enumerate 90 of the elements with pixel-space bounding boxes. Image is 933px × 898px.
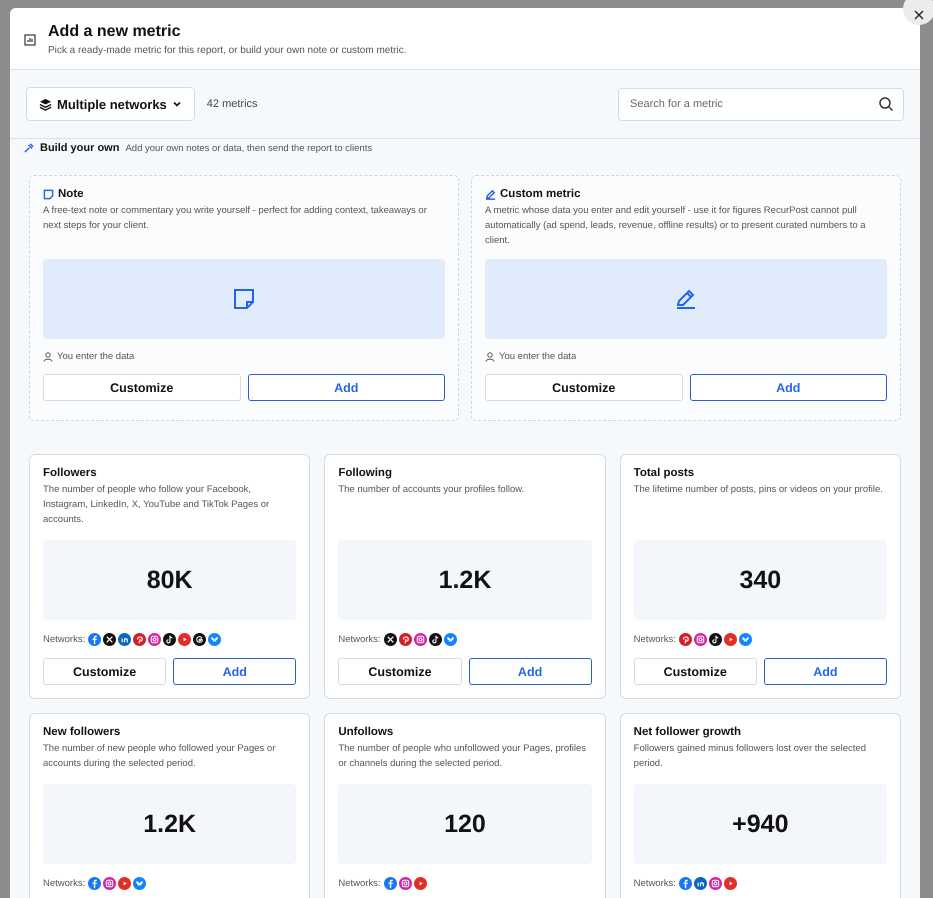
search-icon [878,96,894,112]
tiktok-icon [708,633,722,646]
note-icon [233,288,255,310]
youtube-icon [414,877,427,890]
customize-button[interactable]: Customize [634,658,757,685]
bluesky-icon [208,633,222,646]
network-filter-dropdown[interactable]: Multiple networks [26,87,195,121]
search-field[interactable]: Search for a metric [618,88,904,120]
add-button[interactable]: Add [248,374,445,401]
youtube-icon [178,633,192,646]
customize-button[interactable]: Customize [43,374,240,401]
bar-chart-icon [24,34,36,46]
networks-label: Networks: [338,634,381,645]
data-source-label: You enter the data [57,351,134,362]
linkedin-icon [118,633,132,646]
chevron-down-icon [172,99,182,109]
facebook-icon [678,877,692,890]
add-button[interactable]: Add [173,658,296,685]
person-icon [485,352,495,362]
card-title: Followers [43,467,98,479]
bluesky-icon [133,877,146,890]
add-button[interactable]: Add [468,658,592,685]
instagram-icon [398,877,412,890]
pinterest-icon [678,633,692,646]
networks-label: Networks: [43,634,86,645]
x-logo-icon [384,633,397,646]
layers-icon [39,98,52,110]
youtube-icon [724,877,737,890]
facebook-icon [88,633,102,646]
data-source-label: You enter the data [499,351,576,362]
instagram-icon [103,877,116,890]
youtube-icon [724,633,737,646]
card-title: Following [338,467,393,479]
customize-button[interactable]: Customize [338,658,462,685]
customize-button[interactable]: Customize [43,658,166,685]
card-title: Custom metric [500,188,581,200]
metric-value-panel: 1.2K [43,784,296,864]
dialog-subtitle: Pick a ready-made metric for this report, or build your own note or custom metric. [48,45,406,56]
tiktok-icon [428,633,442,646]
card-title: New followers [43,726,122,738]
pinterest-icon [398,633,412,646]
facebook-icon [384,877,397,890]
tiktok-icon [163,633,176,646]
facebook-icon [88,877,102,890]
networks-label: Networks: [634,878,676,889]
threads-icon [193,633,206,646]
card-title: Total posts [634,467,696,479]
linkedin-icon [694,877,707,890]
instagram-icon [414,633,427,646]
tools-icon [23,142,34,154]
instagram-icon [148,633,162,646]
note-icon [43,188,54,200]
instagram-icon [708,877,722,890]
person-icon [43,352,53,362]
networks-label: Networks: [338,878,381,889]
card-description: The number of accounts your profiles follow. [338,483,526,497]
metric-value-panel: 340 [634,540,887,620]
pencil-icon [485,188,496,200]
bluesky-icon [444,633,457,646]
customize-button[interactable]: Customize [485,374,682,401]
metric-value-panel: +940 [634,784,887,864]
close-button[interactable] [903,0,933,25]
card-description: A free-text note or commentary you write yourself - perfect for adding context, takeaways or next steps for your client. [43,204,428,233]
card-description: The number of people who follow your Facebook, Instagram, LinkedIn, X, YouTube and TikTok Pages or accounts. [43,483,270,527]
card-description: Followers gained minus followers lost over the selected period. [634,742,867,771]
section-description: Add your own notes or data, then send the report to clients [125,142,372,154]
bluesky-icon [738,633,752,646]
card-description: The number of people who unfollowed your Pages, profiles or channels during the selected period. [338,742,588,771]
instagram-icon [694,633,707,646]
x-logo-icon [103,633,116,646]
card-description: The number of new people who followed your Pages or accounts during the selected period. [43,742,276,771]
card-title: Net follower growth [634,726,742,738]
add-button[interactable]: Add [764,658,887,685]
add-button[interactable]: Add [690,374,887,401]
card-title: Unfollows [338,726,394,738]
pencil-icon [675,288,697,310]
card-title: Note [58,188,84,200]
metric-value-panel: 1.2K [338,540,592,620]
close-icon [914,10,924,20]
card-description: The lifetime number of posts, pins or videos on your profile. [634,483,884,497]
youtube-icon [118,877,132,890]
networks-label: Networks: [43,878,86,889]
dialog-title: Add a new metric [48,23,182,41]
card-description: A metric whose data you enter and edit yourself - use it for figures RecurPost cannot pull automatically (ad spend, leads, revenue, offline results) or to present curated numbers to a client. [485,204,867,248]
metric-value-panel: 80K [43,540,296,620]
metric-count: 42 metrics [206,98,258,110]
section-title: Build your own [40,142,120,154]
networks-label: Networks: [634,634,676,645]
pinterest-icon [133,633,146,646]
metric-value-panel: 120 [338,784,592,864]
